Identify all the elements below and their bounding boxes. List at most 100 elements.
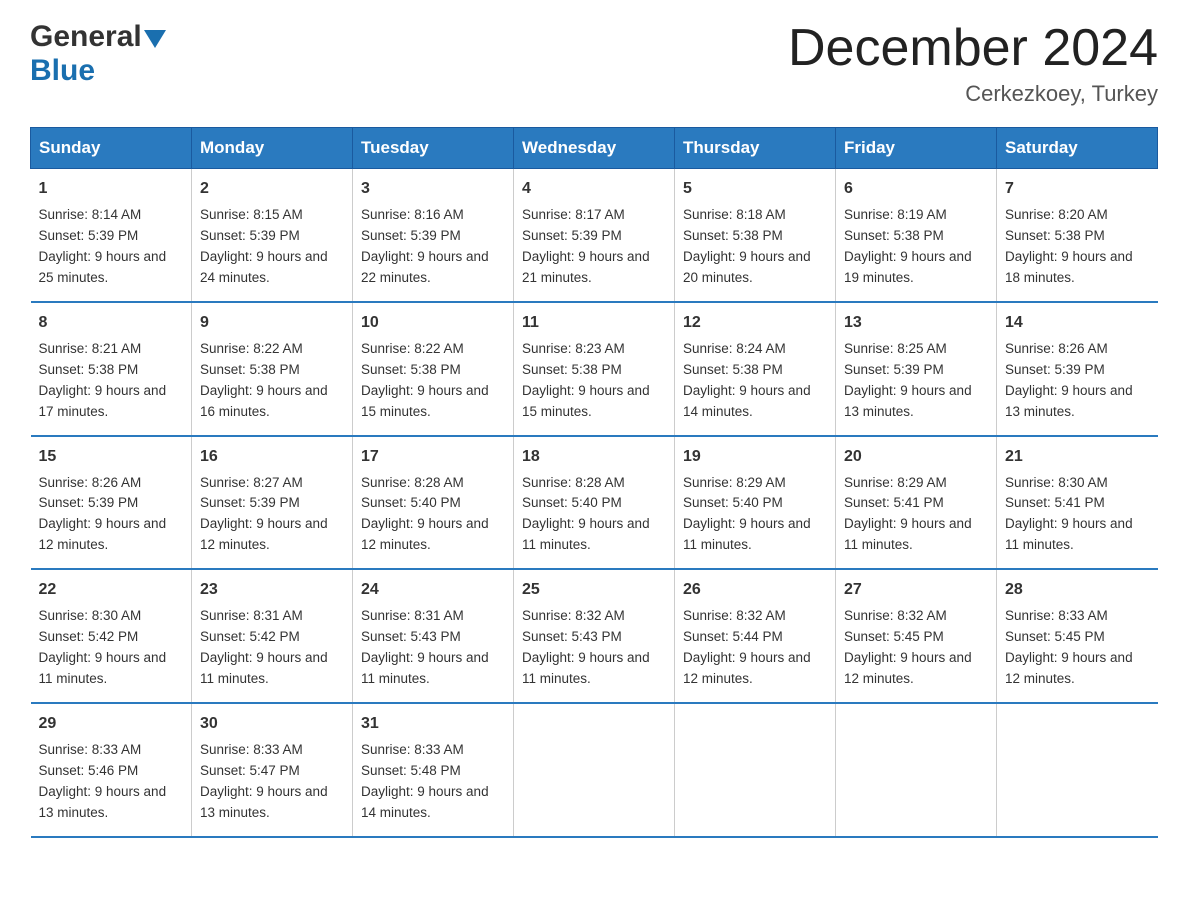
- day-info: Sunrise: 8:29 AMSunset: 5:41 PMDaylight:…: [844, 473, 988, 557]
- day-number: 18: [522, 445, 666, 469]
- weekday-header-monday: Monday: [192, 128, 353, 169]
- weekday-header-saturday: Saturday: [997, 128, 1158, 169]
- day-number: 6: [844, 177, 988, 201]
- calendar-cell: 28Sunrise: 8:33 AMSunset: 5:45 PMDayligh…: [997, 569, 1158, 703]
- day-info: Sunrise: 8:28 AMSunset: 5:40 PMDaylight:…: [522, 473, 666, 557]
- day-info: Sunrise: 8:27 AMSunset: 5:39 PMDaylight:…: [200, 473, 344, 557]
- day-info: Sunrise: 8:20 AMSunset: 5:38 PMDaylight:…: [1005, 205, 1150, 289]
- day-number: 7: [1005, 177, 1150, 201]
- weekday-header-friday: Friday: [836, 128, 997, 169]
- day-info: Sunrise: 8:33 AMSunset: 5:46 PMDaylight:…: [39, 740, 184, 824]
- calendar-cell: 6Sunrise: 8:19 AMSunset: 5:38 PMDaylight…: [836, 169, 997, 302]
- day-number: 23: [200, 578, 344, 602]
- calendar-cell: 22 Sunrise: 8:30 AMSunset: 5:42 PMDayligh…: [31, 569, 192, 703]
- page-header: General Blue December 2024 Cerkezkoey, T…: [30, 20, 1158, 107]
- calendar-cell: [836, 703, 997, 837]
- calendar-cell: 13 Sunrise: 8:25 AMSunset: 5:39 PMDayligh…: [836, 302, 997, 436]
- day-info: Sunrise: 8:32 AMSunset: 5:44 PMDaylight:…: [683, 606, 827, 690]
- calendar-week-row: 29 Sunrise: 8:33 AMSunset: 5:46 PMDayligh…: [31, 703, 1158, 837]
- day-number: 2: [200, 177, 344, 201]
- calendar-cell: 21 Sunrise: 8:30 AMSunset: 5:41 PMDayligh…: [997, 436, 1158, 570]
- calendar-cell: 14 Sunrise: 8:26 AMSunset: 5:39 PMDayligh…: [997, 302, 1158, 436]
- location-text: Cerkezkoey, Turkey: [788, 81, 1158, 107]
- day-info: Sunrise: 8:26 AMSunset: 5:39 PMDaylight:…: [1005, 339, 1150, 423]
- calendar-cell: 19 Sunrise: 8:29 AMSunset: 5:40 PMDayligh…: [675, 436, 836, 570]
- day-number: 11: [522, 311, 666, 335]
- day-info: Sunrise: 8:33 AMSunset: 5:48 PMDaylight:…: [361, 740, 505, 824]
- month-title: December 2024: [788, 20, 1158, 77]
- day-info: Sunrise: 8:31 AMSunset: 5:42 PMDaylight:…: [200, 606, 344, 690]
- calendar-cell: 29 Sunrise: 8:33 AMSunset: 5:46 PMDayligh…: [31, 703, 192, 837]
- weekday-header-wednesday: Wednesday: [514, 128, 675, 169]
- day-info: Sunrise: 8:33 AMSunset: 5:47 PMDaylight:…: [200, 740, 344, 824]
- day-number: 30: [200, 712, 344, 736]
- calendar-cell: 18 Sunrise: 8:28 AMSunset: 5:40 PMDayligh…: [514, 436, 675, 570]
- weekday-header-tuesday: Tuesday: [353, 128, 514, 169]
- day-number: 10: [361, 311, 505, 335]
- calendar-cell: 9 Sunrise: 8:22 AMSunset: 5:38 PMDaylight…: [192, 302, 353, 436]
- day-info: Sunrise: 8:26 AMSunset: 5:39 PMDaylight:…: [39, 473, 184, 557]
- day-number: 27: [844, 578, 988, 602]
- calendar-cell: 26 Sunrise: 8:32 AMSunset: 5:44 PMDayligh…: [675, 569, 836, 703]
- day-number: 29: [39, 712, 184, 736]
- day-info: Sunrise: 8:31 AMSunset: 5:43 PMDaylight:…: [361, 606, 505, 690]
- day-number: 20: [844, 445, 988, 469]
- day-info: Sunrise: 8:14 AMSunset: 5:39 PMDaylight:…: [39, 205, 184, 289]
- calendar-cell: 1Sunrise: 8:14 AMSunset: 5:39 PMDaylight…: [31, 169, 192, 302]
- calendar-cell: 3Sunrise: 8:16 AMSunset: 5:39 PMDaylight…: [353, 169, 514, 302]
- title-area: December 2024 Cerkezkoey, Turkey: [788, 20, 1158, 107]
- day-number: 12: [683, 311, 827, 335]
- calendar-week-row: 8 Sunrise: 8:21 AMSunset: 5:38 PMDaylight…: [31, 302, 1158, 436]
- calendar-cell: 17Sunrise: 8:28 AMSunset: 5:40 PMDayligh…: [353, 436, 514, 570]
- day-info: Sunrise: 8:30 AMSunset: 5:42 PMDaylight:…: [39, 606, 184, 690]
- day-info: Sunrise: 8:28 AMSunset: 5:40 PMDaylight:…: [361, 473, 505, 557]
- calendar-week-row: 15Sunrise: 8:26 AMSunset: 5:39 PMDayligh…: [31, 436, 1158, 570]
- weekday-header-row: SundayMondayTuesdayWednesdayThursdayFrid…: [31, 128, 1158, 169]
- day-number: 13: [844, 311, 988, 335]
- weekday-header-sunday: Sunday: [31, 128, 192, 169]
- day-info: Sunrise: 8:32 AMSunset: 5:43 PMDaylight:…: [522, 606, 666, 690]
- day-number: 31: [361, 712, 505, 736]
- calendar-cell: 7 Sunrise: 8:20 AMSunset: 5:38 PMDaylight…: [997, 169, 1158, 302]
- day-number: 19: [683, 445, 827, 469]
- calendar-cell: 12Sunrise: 8:24 AMSunset: 5:38 PMDayligh…: [675, 302, 836, 436]
- calendar-cell: 16 Sunrise: 8:27 AMSunset: 5:39 PMDayligh…: [192, 436, 353, 570]
- day-number: 9: [200, 311, 344, 335]
- calendar-cell: 8 Sunrise: 8:21 AMSunset: 5:38 PMDaylight…: [31, 302, 192, 436]
- calendar-cell: 20 Sunrise: 8:29 AMSunset: 5:41 PMDayligh…: [836, 436, 997, 570]
- day-info: Sunrise: 8:25 AMSunset: 5:39 PMDaylight:…: [844, 339, 988, 423]
- calendar-cell: 15Sunrise: 8:26 AMSunset: 5:39 PMDayligh…: [31, 436, 192, 570]
- day-info: Sunrise: 8:29 AMSunset: 5:40 PMDaylight:…: [683, 473, 827, 557]
- day-number: 8: [39, 311, 184, 335]
- day-number: 14: [1005, 311, 1150, 335]
- weekday-header-thursday: Thursday: [675, 128, 836, 169]
- logo: General Blue: [30, 20, 166, 88]
- day-number: 16: [200, 445, 344, 469]
- calendar-cell: 10 Sunrise: 8:22 AMSunset: 5:38 PMDayligh…: [353, 302, 514, 436]
- calendar-cell: [997, 703, 1158, 837]
- calendar-week-row: 1Sunrise: 8:14 AMSunset: 5:39 PMDaylight…: [31, 169, 1158, 302]
- day-info: Sunrise: 8:23 AMSunset: 5:38 PMDaylight:…: [522, 339, 666, 423]
- day-info: Sunrise: 8:30 AMSunset: 5:41 PMDaylight:…: [1005, 473, 1150, 557]
- day-info: Sunrise: 8:32 AMSunset: 5:45 PMDaylight:…: [844, 606, 988, 690]
- calendar-cell: 23 Sunrise: 8:31 AMSunset: 5:42 PMDayligh…: [192, 569, 353, 703]
- day-info: Sunrise: 8:17 AMSunset: 5:39 PMDaylight:…: [522, 205, 666, 289]
- day-number: 26: [683, 578, 827, 602]
- logo-triangle-icon: [144, 30, 166, 48]
- day-number: 5: [683, 177, 827, 201]
- day-number: 28: [1005, 578, 1150, 602]
- day-number: 25: [522, 578, 666, 602]
- calendar-week-row: 22 Sunrise: 8:30 AMSunset: 5:42 PMDayligh…: [31, 569, 1158, 703]
- day-number: 21: [1005, 445, 1150, 469]
- calendar-cell: 2Sunrise: 8:15 AMSunset: 5:39 PMDaylight…: [192, 169, 353, 302]
- calendar-cell: [675, 703, 836, 837]
- day-info: Sunrise: 8:21 AMSunset: 5:38 PMDaylight:…: [39, 339, 184, 423]
- day-info: Sunrise: 8:22 AMSunset: 5:38 PMDaylight:…: [200, 339, 344, 423]
- calendar-table: SundayMondayTuesdayWednesdayThursdayFrid…: [30, 127, 1158, 837]
- day-number: 3: [361, 177, 505, 201]
- calendar-cell: [514, 703, 675, 837]
- day-number: 22: [39, 578, 184, 602]
- calendar-cell: 27 Sunrise: 8:32 AMSunset: 5:45 PMDayligh…: [836, 569, 997, 703]
- day-info: Sunrise: 8:22 AMSunset: 5:38 PMDaylight:…: [361, 339, 505, 423]
- calendar-cell: 24Sunrise: 8:31 AMSunset: 5:43 PMDayligh…: [353, 569, 514, 703]
